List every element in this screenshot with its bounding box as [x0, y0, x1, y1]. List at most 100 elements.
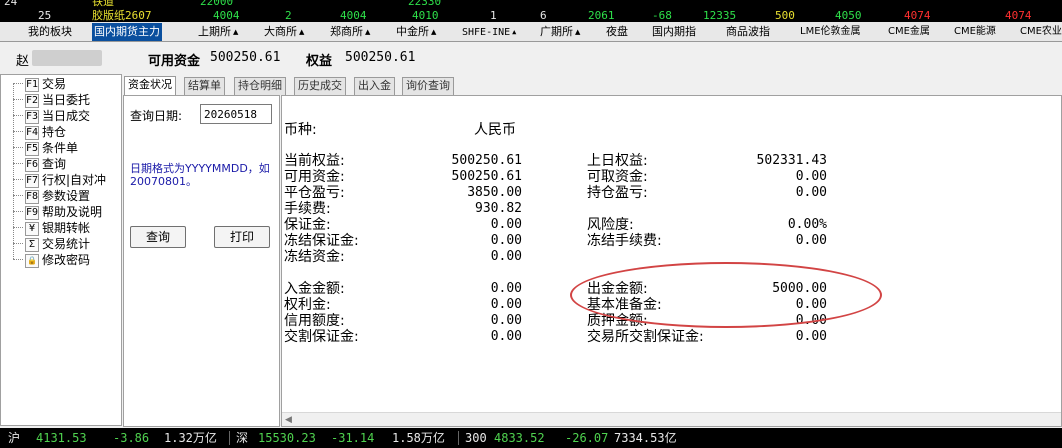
account-summary: 赵 可用资金 500250.61 权益 500250.61	[0, 44, 1062, 72]
menu-item-bank-transfer[interactable]: ¥ 银期转帐	[25, 220, 90, 236]
menu-item-help[interactable]: F9 帮助及说明	[25, 204, 102, 220]
fund-label: 可用资金:	[284, 169, 345, 185]
menu-label: 当日成交	[42, 109, 91, 123]
menu-item-statistics[interactable]: Σ 交易统计	[25, 236, 90, 252]
tab-cme-energy[interactable]: CME能源	[952, 23, 998, 41]
c300-index: 4833.52	[494, 431, 545, 445]
fund-value: 0.00	[490, 297, 522, 312]
tab-history-fills[interactable]: 历史成交	[294, 77, 346, 95]
menu-item-query[interactable]: F6 查询	[25, 156, 66, 172]
tab-label: 大商所	[264, 25, 297, 38]
tab-cme-agri[interactable]: CME农业	[1018, 23, 1062, 41]
quote-cell: 2	[285, 9, 292, 22]
tab-label: 商品波指	[726, 25, 770, 38]
fund-label: 风险度:	[587, 217, 634, 233]
tab-domestic-main[interactable]: 国内期货主力	[92, 23, 162, 41]
tree-tick	[13, 163, 23, 164]
tab-cffex[interactable]: 中金所 ▲	[394, 23, 438, 41]
menu-label: 当日委托	[42, 93, 91, 107]
tab-label: SHFE-INE	[462, 27, 511, 38]
quote-cell: 4050	[835, 9, 862, 22]
quote-cell: 500	[775, 9, 795, 22]
key-icon: F9	[25, 206, 39, 220]
tab-my-sectors[interactable]: 我的板块	[26, 23, 74, 41]
fund-status-panel: 币种: 人民币 当前权益: 500250.61 可用资金: 500250.61 …	[281, 95, 1062, 427]
sh-index: 4131.53	[36, 431, 87, 445]
tab-deposit-withdraw[interactable]: 出入金	[354, 77, 395, 95]
tab-label: 国内期货主力	[94, 25, 160, 38]
sh-turnover: 1.32万亿	[164, 431, 217, 445]
date-format-hint: 日期格式为YYYYMMDD，如20070801。	[130, 162, 270, 188]
sz-label: 深	[236, 431, 249, 445]
tree-line	[13, 83, 23, 259]
quote-cell: 1	[490, 9, 497, 22]
key-icon: F7	[25, 174, 39, 188]
quote-row[interactable]: 24 铁道 22000 22330	[0, 0, 1062, 7]
sz-turnover: 1.58万亿	[392, 431, 445, 445]
horizontal-scrollbar[interactable]: ◀	[282, 412, 1061, 426]
menu-label: 参数设置	[42, 189, 91, 203]
sz-index: 15530.23	[258, 431, 316, 445]
tab-shfe[interactable]: 上期所 ▲	[196, 23, 240, 41]
menu-label: 查询	[42, 157, 67, 171]
scroll-left-icon[interactable]: ◀	[285, 415, 292, 425]
quote-row[interactable]: 25 胶版纸2607 4004 2 4004 4010 1 6 2061 -68…	[0, 10, 1062, 21]
date-input[interactable]	[200, 104, 272, 124]
print-button[interactable]: 打印	[214, 226, 270, 248]
tab-czce[interactable]: 郑商所 ▲	[328, 23, 372, 41]
c300-turnover: 7334.53亿	[614, 431, 677, 445]
quote-cell: 6	[540, 9, 547, 22]
key-icon: F4	[25, 126, 39, 140]
tab-lme[interactable]: LME伦敦金属	[798, 23, 863, 41]
menu-item-trade[interactable]: F1 交易	[25, 76, 66, 92]
tab-settlement[interactable]: 结算单	[184, 77, 225, 95]
tab-commodity-vol[interactable]: 商品波指	[724, 23, 772, 41]
tree-tick	[13, 83, 23, 84]
tab-cme-metal[interactable]: CME金属	[886, 23, 932, 41]
currency-label: 币种:	[284, 122, 317, 138]
tab-gfex[interactable]: 广期所 ▲	[538, 23, 582, 41]
tab-label: CME能源	[954, 26, 996, 37]
tab-index-futures[interactable]: 国内期指	[650, 23, 698, 41]
tree-tick	[13, 147, 23, 148]
date-label: 查询日期:	[130, 109, 183, 123]
key-icon: F6	[25, 158, 39, 172]
menu-item-change-password[interactable]: 🔒 修改密码	[25, 252, 90, 268]
menu-item-orders[interactable]: F2 当日委托	[25, 92, 90, 108]
fund-value: 502331.43	[756, 153, 827, 168]
fund-label: 手续费:	[284, 201, 331, 217]
lock-icon: 🔒	[25, 254, 39, 268]
menu-item-fills[interactable]: F3 当日成交	[25, 108, 90, 124]
fund-value: 0.00	[490, 281, 522, 296]
fund-label: 平仓盈亏:	[284, 185, 345, 201]
tab-label: 中金所	[396, 25, 429, 38]
index-status-bar: 沪 4131.53 -3.86 1.32万亿 深 15530.23 -31.14…	[0, 428, 1062, 448]
sh-label: 沪	[8, 431, 21, 445]
currency-value: 人民币	[474, 122, 516, 138]
menu-item-conditional[interactable]: F5 条件单	[25, 140, 78, 156]
tab-quote-inquiry[interactable]: 询价查询	[402, 77, 454, 95]
caret-up-icon: ▲	[575, 28, 581, 36]
fund-value: 0.00	[490, 233, 522, 248]
menu-item-positions[interactable]: F4 持仓	[25, 124, 66, 140]
sz-change: -31.14	[331, 431, 375, 445]
tab-dce[interactable]: 大商所 ▲	[262, 23, 306, 41]
query-button[interactable]: 查询	[130, 226, 186, 248]
menu-label: 行权|自对冲	[42, 173, 107, 187]
tree-tick	[13, 115, 23, 116]
tab-label: LME伦敦金属	[800, 26, 861, 37]
fund-label: 可取资金:	[587, 169, 648, 185]
quote-cell: 22330	[408, 0, 442, 8]
fund-value: 0.00	[490, 249, 522, 264]
tab-shfe-ine[interactable]: SHFE-INE ▲	[460, 23, 518, 41]
quote-cell: 4004	[340, 9, 367, 22]
menu-item-exercise[interactable]: F7 行权|自对冲	[25, 172, 106, 188]
menu-item-settings[interactable]: F8 参数设置	[25, 188, 90, 204]
caret-up-icon: ▲	[431, 28, 437, 36]
fund-value: 0.00	[795, 233, 827, 248]
fund-value: 500250.61	[451, 169, 522, 184]
tab-position-detail[interactable]: 持仓明细	[234, 77, 286, 95]
tab-fund-status[interactable]: 资金状况	[124, 76, 176, 95]
quote-id: 24	[4, 0, 18, 8]
tab-night[interactable]: 夜盘	[604, 23, 630, 41]
